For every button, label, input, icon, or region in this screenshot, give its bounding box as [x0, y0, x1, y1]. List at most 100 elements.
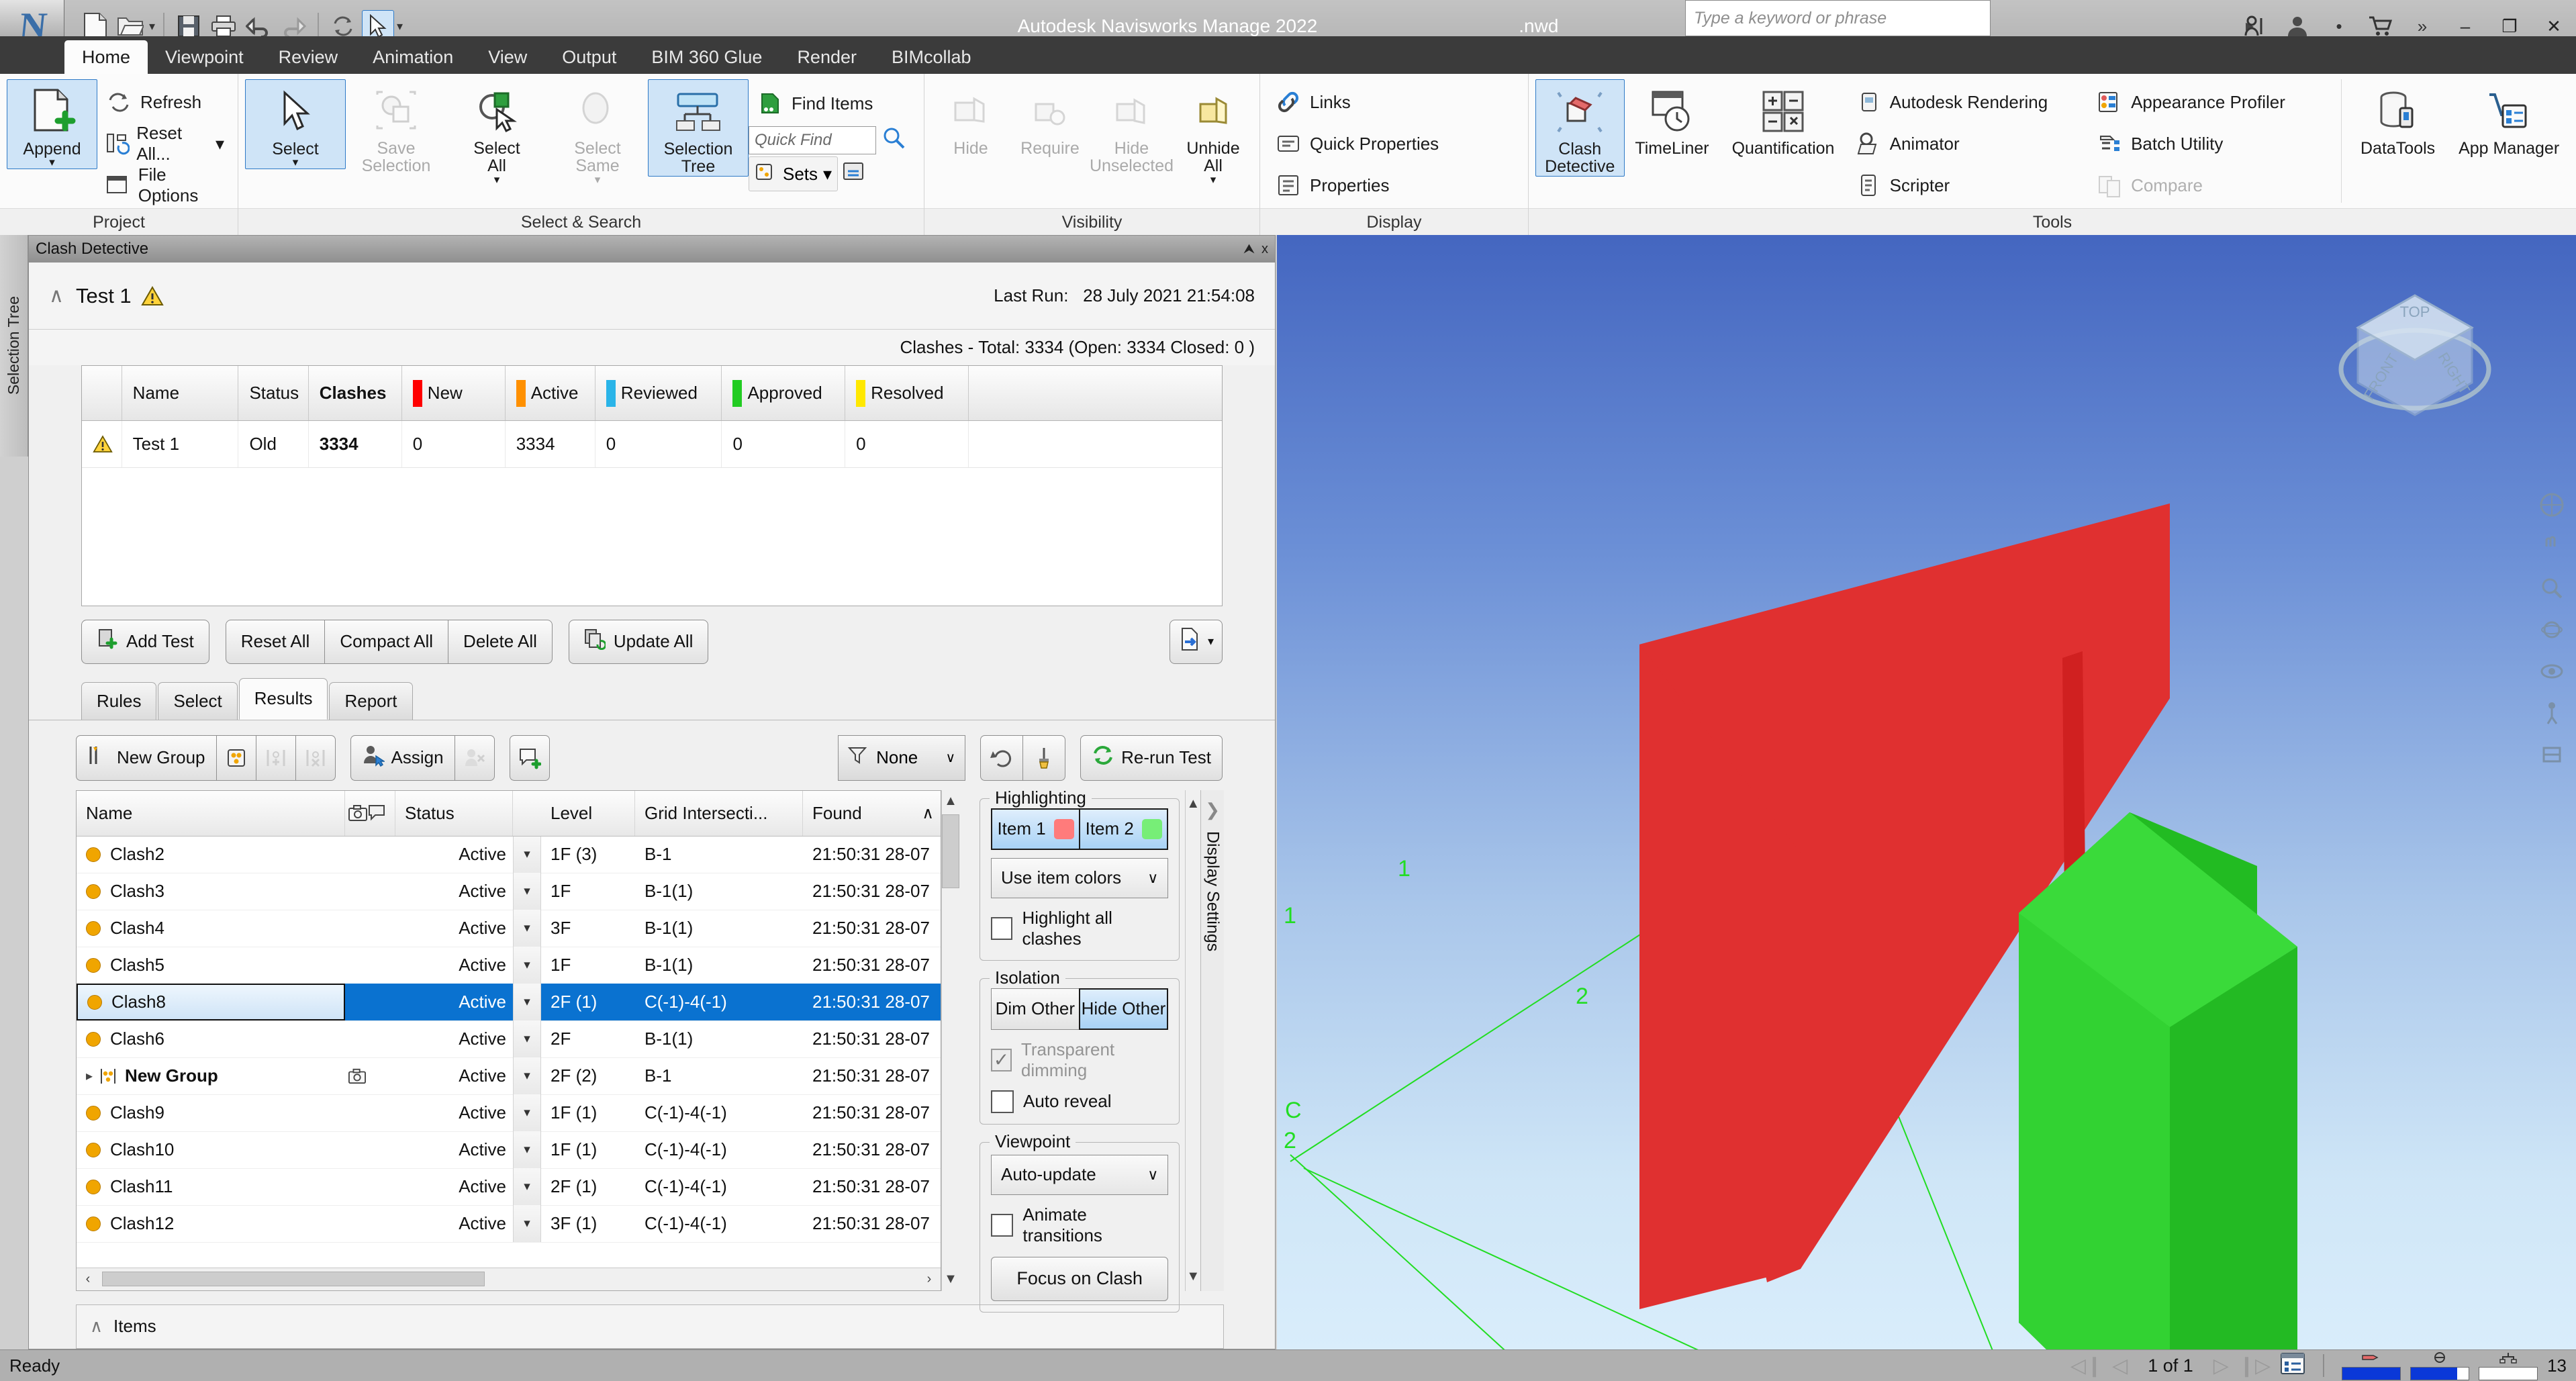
update-all-button[interactable]: Update All: [568, 619, 709, 664]
highlight-all-clashes-checkbox[interactable]: [991, 916, 1013, 940]
new-group-button[interactable]: New Group: [76, 734, 217, 781]
tab-output[interactable]: Output: [544, 40, 634, 74]
tab-select[interactable]: Select: [158, 681, 238, 720]
walk-icon[interactable]: [2537, 698, 2567, 728]
tab-view[interactable]: View: [471, 40, 544, 74]
animate-transitions-row[interactable]: Animate transitions: [991, 1204, 1168, 1246]
tab-bimcollab[interactable]: BIMcollab: [874, 40, 989, 74]
table-row[interactable]: Clash5 Active ▾ 1F B-1(1) 21:50:31 28-07: [77, 947, 941, 984]
scroll-down-icon[interactable]: ▼: [944, 1268, 957, 1291]
th-active[interactable]: Active: [506, 366, 595, 421]
last-page-icon[interactable]: ❙▷: [2238, 1354, 2271, 1378]
unhide-all-button[interactable]: Unhide All ▾: [1174, 79, 1253, 185]
results-vertical-scrollbar[interactable]: ▲ ▼: [941, 790, 959, 1291]
transparent-dimming-checkbox[interactable]: ✓: [991, 1048, 1012, 1072]
sets-options-icon[interactable]: [842, 160, 866, 189]
clash-detective-button[interactable]: Clash Detective: [1535, 79, 1625, 177]
compare-button[interactable]: Compare: [2088, 165, 2336, 205]
assign-button[interactable]: Assign: [350, 734, 455, 781]
section-icon[interactable]: [2537, 740, 2567, 769]
th-resolved[interactable]: Resolved: [845, 366, 969, 421]
tab-review[interactable]: Review: [261, 40, 356, 74]
th-clashes[interactable]: Clashes: [309, 366, 402, 421]
sidebar-item-selection-tree[interactable]: Selection Tree: [0, 235, 28, 457]
status-dropdown-icon[interactable]: ▾: [513, 1205, 541, 1243]
table-row[interactable]: ▸ New Group Active ▾ 2F (2) B-1 21:50:31 28-07: [77, 1057, 941, 1095]
3d-viewport[interactable]: 1 1 2 C 2 3 C TOP FRONT RIGHT: [1277, 235, 2576, 1349]
table-row[interactable]: Clash9 Active ▾ 1F (1) C(-1)-4(-1) 21:50:31 2…: [77, 1094, 941, 1132]
quantification-button[interactable]: Quantification: [1719, 79, 1846, 157]
focus-on-clash-button[interactable]: Focus on Clash: [991, 1256, 1169, 1301]
status-dropdown-icon[interactable]: ▾: [513, 1020, 541, 1058]
save-selection-button[interactable]: Save Selection: [346, 79, 446, 175]
customize-qat-icon[interactable]: ▾: [397, 19, 403, 34]
batch-utility-button[interactable]: Batch Utility: [2088, 124, 2336, 164]
view-cube[interactable]: TOP FRONT RIGHT: [2328, 275, 2502, 450]
th-found[interactable]: Found ∧: [803, 791, 941, 836]
hide-other-toggle[interactable]: Hide Other: [1078, 988, 1169, 1030]
hide-button[interactable]: Hide: [931, 79, 1010, 157]
remove-from-group-button[interactable]: [295, 734, 336, 781]
th-approved[interactable]: Approved: [722, 366, 846, 421]
status-dropdown-icon[interactable]: ▾: [513, 947, 541, 984]
pin-icon[interactable]: ⮝: [1243, 242, 1255, 257]
look-around-icon[interactable]: [2537, 657, 2567, 686]
highlight-mode-select[interactable]: Use item colors ∨: [991, 857, 1169, 898]
next-page-icon[interactable]: ▷: [2213, 1354, 2229, 1378]
table-row[interactable]: Clash8 Active ▾ 2F (1) C(-1)-4(-1) 21:50:31 2…: [77, 984, 941, 1021]
item2-toggle[interactable]: Item 2: [1079, 808, 1169, 850]
add-comment-button[interactable]: [509, 734, 550, 781]
item2-color-swatch[interactable]: [1141, 818, 1162, 839]
close-icon[interactable]: x: [1261, 242, 1268, 257]
filter-select[interactable]: None ∨: [838, 734, 966, 781]
animate-transitions-checkbox[interactable]: [991, 1213, 1014, 1237]
th-new[interactable]: New: [402, 366, 506, 421]
select-all-button[interactable]: Select All ▾: [446, 79, 547, 185]
compact-all-button[interactable]: Compact All: [325, 619, 449, 664]
zoom-icon[interactable]: [2537, 573, 2567, 603]
scroll-up-icon[interactable]: ▲: [1186, 793, 1200, 816]
auto-reveal-row[interactable]: Auto reveal: [991, 1090, 1168, 1113]
autodesk-rendering-button[interactable]: Autodesk Rendering: [1847, 82, 2088, 122]
th-name[interactable]: Name: [122, 366, 239, 421]
open-dropdown-icon[interactable]: ▾: [149, 19, 155, 34]
tab-animation[interactable]: Animation: [355, 40, 471, 74]
th-level[interactable]: Level: [541, 790, 635, 836]
table-row[interactable]: Clash10 Active ▾ 1F (1) C(-1)-4(-1) 21:50:31 …: [77, 1131, 941, 1169]
th-grid-intersection[interactable]: Grid Intersecti...: [635, 790, 803, 836]
quick-properties-button[interactable]: Quick Properties: [1267, 124, 1445, 164]
status-dropdown-icon[interactable]: ▾: [513, 873, 541, 910]
table-row[interactable]: Clash4 Active ▾ 3F B-1(1) 21:50:31 28-07: [77, 910, 941, 947]
table-row[interactable]: Clash2 Active ▾ 1F (3) B-1 21:50:31 28-07: [77, 836, 941, 873]
tab-results[interactable]: Results: [238, 677, 328, 720]
table-row[interactable]: Clash11 Active ▾ 2F (1) C(-1)-4(-1) 21:50:31 …: [77, 1168, 941, 1206]
group-selected-button[interactable]: [216, 734, 256, 781]
table-row[interactable]: Test 1 Old 3334 0 3334 0 0 0: [82, 421, 1222, 469]
tab-viewpoint[interactable]: Viewpoint: [148, 40, 261, 74]
status-dropdown-icon[interactable]: ▾: [513, 910, 541, 947]
search-input[interactable]: Type a keyword or phrase: [1685, 0, 1991, 36]
table-row[interactable]: Clash12 Active ▾ 3F (1) C(-1)-4(-1) 21:50:31 …: [77, 1205, 941, 1243]
timeliner-button[interactable]: TimeLiner: [1625, 79, 1720, 157]
status-dropdown-icon[interactable]: ▾: [513, 1168, 541, 1206]
rerun-test-button[interactable]: Re-run Test: [1080, 734, 1223, 781]
item1-color-swatch[interactable]: [1053, 818, 1074, 839]
item1-toggle[interactable]: Item 1: [991, 808, 1080, 850]
display-settings-scrollbar[interactable]: ▲ ▼: [1185, 790, 1201, 1291]
require-button[interactable]: Require: [1010, 79, 1090, 157]
app-manager-button[interactable]: App Manager: [2448, 79, 2569, 157]
tab-home[interactable]: Home: [64, 40, 148, 74]
orbit-icon[interactable]: [2537, 615, 2567, 645]
compact-results-button[interactable]: [1023, 734, 1066, 781]
select-same-button[interactable]: Select Same ▾: [547, 79, 648, 185]
add-test-button[interactable]: Add Test: [81, 619, 209, 664]
scroll-up-icon[interactable]: ▲: [944, 790, 957, 813]
th-reviewed[interactable]: Reviewed: [595, 366, 722, 421]
sets-button[interactable]: Sets ▾: [749, 156, 839, 191]
reset-all-button[interactable]: Reset All... ▾: [97, 123, 231, 164]
status-dropdown-icon[interactable]: ▾: [513, 836, 541, 873]
reset-all-button[interactable]: Reset All: [225, 619, 326, 664]
hide-unselected-button[interactable]: Hide Unselected: [1090, 79, 1174, 175]
quick-find-go-icon[interactable]: [881, 126, 906, 154]
expand-icon[interactable]: ▸: [86, 1067, 93, 1084]
